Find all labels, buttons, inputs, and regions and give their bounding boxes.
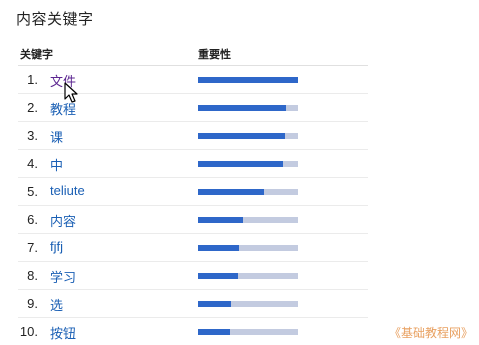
table-row: 3. 课 bbox=[0, 122, 479, 150]
importance-bar-fill bbox=[198, 161, 283, 167]
importance-bar-fill bbox=[198, 189, 264, 195]
importance-bar bbox=[198, 133, 298, 139]
importance-bar-fill bbox=[198, 273, 238, 279]
importance-bar bbox=[198, 245, 298, 251]
importance-bar-fill bbox=[198, 77, 298, 83]
row-rank: 3. bbox=[27, 128, 38, 143]
keyword-link[interactable]: 按钮 bbox=[50, 323, 76, 342]
keyword-link[interactable]: 课 bbox=[50, 127, 63, 146]
keyword-link[interactable]: 选 bbox=[50, 295, 63, 314]
importance-bar-fill bbox=[198, 245, 239, 251]
row-rank: 7. bbox=[27, 240, 38, 255]
row-rank: 2. bbox=[27, 100, 38, 115]
importance-bar bbox=[198, 189, 298, 195]
row-rank: 1. bbox=[27, 72, 38, 87]
table-row: 5. teliute bbox=[0, 178, 479, 206]
importance-bar-fill bbox=[198, 105, 286, 111]
importance-bar-fill bbox=[198, 217, 243, 223]
row-rank: 5. bbox=[27, 184, 38, 199]
watermark: 《基础教程网》 bbox=[388, 326, 473, 340]
column-header-importance: 重要性 bbox=[198, 49, 231, 61]
keyword-link[interactable]: teliute bbox=[50, 183, 85, 198]
keyword-link[interactable]: 内容 bbox=[50, 211, 76, 230]
row-rank: 8. bbox=[27, 268, 38, 283]
importance-bar bbox=[198, 329, 298, 335]
table-row: 4. 中 bbox=[0, 150, 479, 178]
importance-bar bbox=[198, 77, 298, 83]
keyword-list: 1. 文件 2. 教程 3. 课 4. 中 5. teliute 6. 内容 7. fjfj 8. 学习 9. 选… bbox=[0, 66, 479, 345]
row-rank: 9. bbox=[27, 296, 38, 311]
importance-bar bbox=[198, 273, 298, 279]
table-row: 7. fjfj bbox=[0, 234, 479, 262]
importance-bar-fill bbox=[198, 329, 230, 335]
importance-bar bbox=[198, 301, 298, 307]
importance-bar-fill bbox=[198, 133, 285, 139]
row-rank: 4. bbox=[27, 156, 38, 171]
table-header: 关键字 重要性 bbox=[0, 42, 479, 66]
section-title: 内容关键字 bbox=[16, 11, 94, 28]
importance-bar bbox=[198, 161, 298, 167]
keyword-link[interactable]: 学习 bbox=[50, 267, 76, 286]
table-row: 6. 内容 bbox=[0, 206, 479, 234]
table-row: 9. 选 bbox=[0, 290, 479, 318]
importance-bar-fill bbox=[198, 301, 231, 307]
row-rank: 10. bbox=[19, 324, 38, 339]
column-header-keyword: 关键字 bbox=[20, 49, 53, 61]
keyword-link[interactable]: 中 bbox=[50, 155, 63, 174]
table-row: 8. 学习 bbox=[0, 262, 479, 290]
mouse-pointer-icon bbox=[64, 82, 78, 103]
row-rank: 6. bbox=[27, 212, 38, 227]
importance-bar bbox=[198, 217, 298, 223]
importance-bar bbox=[198, 105, 298, 111]
keyword-link[interactable]: fjfj bbox=[50, 239, 63, 254]
